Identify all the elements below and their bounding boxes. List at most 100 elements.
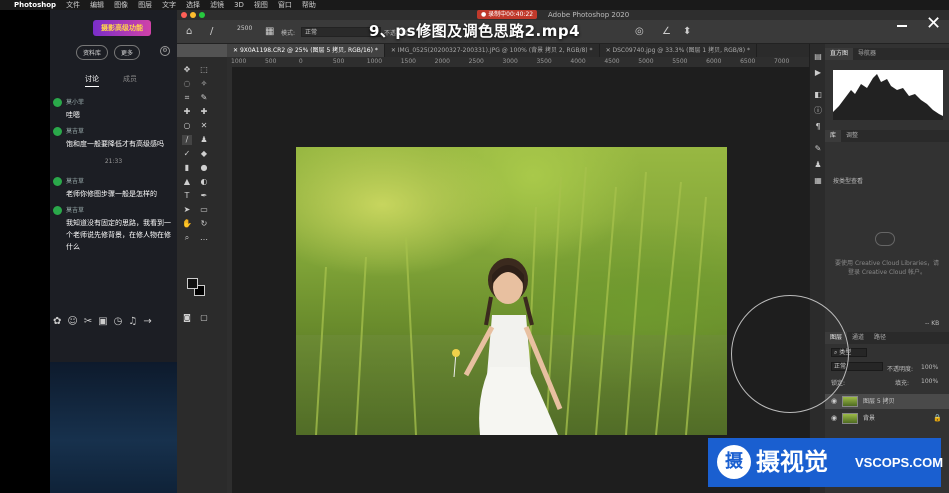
info-icon[interactable]: ⓘ xyxy=(813,106,823,116)
chat-message: 莫吉草 老师你修图步骤一般是怎样的 xyxy=(50,177,177,200)
girl-figure xyxy=(315,166,707,435)
magic-wand-icon[interactable]: ✧ xyxy=(199,79,209,89)
crop-tool-icon[interactable]: ⌗ xyxy=(182,93,192,103)
minimize-icon[interactable] xyxy=(896,18,908,32)
avatar xyxy=(53,98,62,107)
menu-item[interactable]: 窗口 xyxy=(278,0,292,10)
menu-item[interactable]: 滤镜 xyxy=(210,0,224,10)
clone-stamp-icon[interactable]: ♟ xyxy=(199,135,209,145)
healing-brush-icon[interactable]: ✚ xyxy=(182,107,192,117)
eye-icon[interactable]: ◉ xyxy=(831,394,837,409)
move-tool-icon[interactable]: ✥ xyxy=(182,65,192,75)
bell-icon[interactable]: ♫ xyxy=(128,316,137,327)
marquee-tool-icon[interactable]: ⬚ xyxy=(199,65,209,75)
tab-discussion[interactable]: 讨论 xyxy=(85,74,99,87)
sharpen-icon[interactable]: ▲ xyxy=(182,177,192,187)
gear-icon[interactable]: ⚙ xyxy=(160,46,170,56)
horizontal-ruler: 1000 500 0 500 1000 1500 2000 2500 3000 3500 4000 4… xyxy=(227,57,809,67)
clone-source-icon[interactable]: ♟ xyxy=(813,160,823,170)
flower-icon[interactable]: ✿ xyxy=(53,316,61,327)
tab-document[interactable]: ✕ DSC09740.jpg @ 33.3% (图层 1 拷贝, RGB/8) … xyxy=(600,44,757,57)
history-icon[interactable]: ▤ xyxy=(813,52,823,62)
emoji-icon[interactable]: ☺ xyxy=(67,316,77,327)
paragraph-icon[interactable]: ¶ xyxy=(813,122,823,132)
library-button[interactable]: 资料库 xyxy=(76,45,109,60)
tab-navigator[interactable]: 导航器 xyxy=(853,48,881,60)
minimize-dot-icon[interactable] xyxy=(190,12,196,18)
clock-icon[interactable]: ◷ xyxy=(114,316,123,327)
ruler-label: 2500 xyxy=(468,58,484,65)
brush-tool-icon[interactable]: / xyxy=(182,135,192,145)
ruler-label: 3000 xyxy=(502,58,518,65)
layer-opacity-value[interactable]: 100% xyxy=(921,364,938,371)
foreground-color-swatch[interactable] xyxy=(187,278,198,289)
close-dot-icon[interactable] xyxy=(181,12,187,18)
arrow-right-icon[interactable]: → xyxy=(143,316,151,327)
lasso-tool-icon[interactable]: ◌ xyxy=(182,79,192,89)
layer-row[interactable]: ◉ 背景 🔒 xyxy=(825,411,949,426)
menu-item[interactable]: 3D xyxy=(234,1,244,9)
layer-row[interactable]: ◉ 图层 5 拷贝 xyxy=(825,394,949,409)
properties-icon[interactable]: ◧ xyxy=(813,90,823,100)
menu-item[interactable]: 图层 xyxy=(138,0,152,10)
histogram-tabs: 直方图 导航器 xyxy=(825,48,949,60)
gradient-icon[interactable]: ▮ xyxy=(182,163,192,173)
type-tool-icon[interactable]: T xyxy=(182,191,192,201)
tab-channels[interactable]: 通道 xyxy=(847,332,869,344)
patch-tool-icon[interactable]: ✚ xyxy=(199,107,209,117)
avatar xyxy=(53,127,62,136)
menu-item[interactable]: 视图 xyxy=(254,0,268,10)
dodge-icon[interactable]: ◐ xyxy=(199,177,209,187)
menu-item[interactable]: 文件 xyxy=(66,0,80,10)
image-icon[interactable]: ▣ xyxy=(98,316,107,327)
eraser-icon[interactable]: ◆ xyxy=(199,149,209,159)
tab-histogram[interactable]: 直方图 xyxy=(825,48,854,60)
content-aware-icon[interactable]: ✕ xyxy=(199,121,209,131)
mixer-brush-icon[interactable]: ○ xyxy=(182,121,192,131)
more-tools-icon[interactable]: … xyxy=(199,233,209,243)
scissors-icon[interactable]: ✂ xyxy=(84,316,92,327)
video-title: 9、ps修图及调色思路2.mp4 xyxy=(368,22,581,40)
rotate-view-icon[interactable]: ↻ xyxy=(199,219,209,229)
menu-item[interactable]: 选择 xyxy=(186,0,200,10)
zoom-dot-icon[interactable] xyxy=(199,12,205,18)
history-brush-icon[interactable]: ✓ xyxy=(182,149,192,159)
library-filter[interactable]: 按类型查看 xyxy=(833,176,863,185)
actions-play-icon[interactable]: ▶ xyxy=(813,68,823,78)
tab-paths[interactable]: 路径 xyxy=(869,332,891,344)
blur-tool-icon[interactable]: ● xyxy=(199,163,209,173)
fill-value[interactable]: 100% xyxy=(921,378,938,385)
tab-adjustments[interactable]: 调整 xyxy=(841,130,863,142)
document-tabs: ✕ 9X0A1198.CR2 @ 25% (图层 5 拷贝, RGB/16) *… xyxy=(227,44,809,57)
menu-app-name[interactable]: Photoshop xyxy=(14,1,56,9)
brushes-icon[interactable]: ✎ xyxy=(813,144,823,154)
eye-icon[interactable]: ◉ xyxy=(831,411,837,426)
tab-document[interactable]: ✕ 9X0A1198.CR2 @ 25% (图层 5 拷贝, RGB/16) * xyxy=(227,44,385,57)
ruler-label: 7000 xyxy=(774,58,790,65)
menu-item[interactable]: 图像 xyxy=(114,0,128,10)
document-photo[interactable] xyxy=(296,147,727,435)
hand-tool-icon[interactable]: ✋ xyxy=(182,219,192,229)
chat-user: 莫吉草 xyxy=(66,207,85,214)
zoom-tool-icon[interactable]: ⌕ xyxy=(182,233,192,243)
path-select-icon[interactable]: ➤ xyxy=(182,205,192,215)
quick-mask-icon[interactable]: ◙ xyxy=(182,313,192,323)
close-icon[interactable]: ✕ xyxy=(926,14,941,34)
menu-item[interactable]: 编辑 xyxy=(90,0,104,10)
tab-label: IMG_0525(20200327-200331).JPG @ 100% (背景… xyxy=(397,47,593,54)
shape-tool-icon[interactable]: ▭ xyxy=(199,205,209,215)
screen-mode-icon[interactable]: ▢ xyxy=(199,313,209,323)
menu-item[interactable]: 文字 xyxy=(162,0,176,10)
pen-tool-icon[interactable]: ✒ xyxy=(199,191,209,201)
menu-item[interactable]: 帮助 xyxy=(302,0,316,10)
swatches-icon[interactable]: ▦ xyxy=(813,176,823,186)
more-button[interactable]: 更多 xyxy=(114,45,141,60)
chat-user: 莫吉草 xyxy=(66,178,85,185)
tab-document[interactable]: ✕ IMG_0525(20200327-200331).JPG @ 100% (… xyxy=(385,44,600,57)
brush-cursor xyxy=(731,295,849,413)
recording-badge: ● 录制中00:40:22 xyxy=(477,10,538,19)
tab-members[interactable]: 成员 xyxy=(123,74,137,87)
ruler-label: 6500 xyxy=(740,58,756,65)
eyedropper-icon[interactable]: ✎ xyxy=(199,93,209,103)
tab-libraries[interactable]: 库 xyxy=(825,130,842,142)
